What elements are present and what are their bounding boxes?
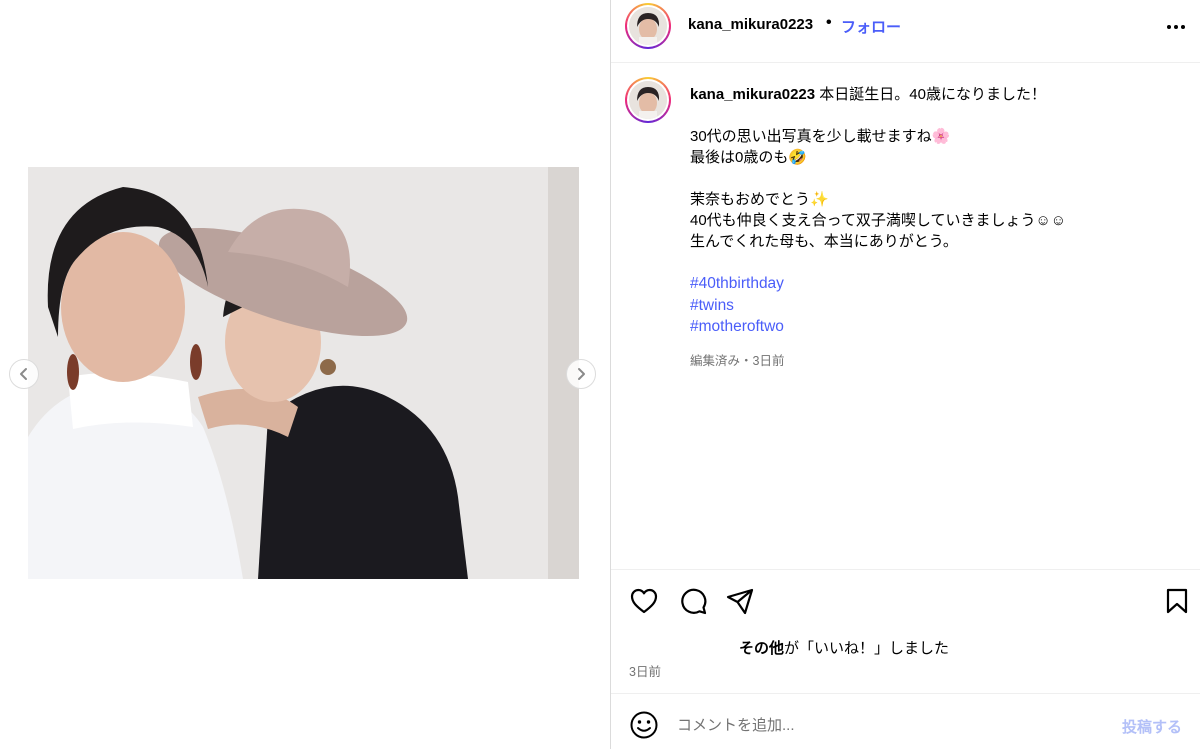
post-comment-button[interactable]: 投稿する	[1122, 716, 1182, 737]
post-header: kana_mikura0223 • フォロー	[611, 0, 1200, 63]
photo-illustration	[28, 167, 579, 579]
header-avatar[interactable]	[625, 3, 671, 49]
send-icon	[726, 588, 754, 615]
likes-summary[interactable]: その他が「いいね！」しました	[739, 637, 949, 658]
caption-line: kana_mikura0223 本日誕生日。40歳になりました！	[690, 84, 1170, 105]
comment-bar: 投稿する	[611, 693, 1200, 749]
comment-button[interactable]	[678, 586, 708, 616]
action-bar: その他が「いいね！」しました 3日前	[611, 569, 1200, 693]
caption-line-text: 本日誕生日。40歳になりました！	[815, 86, 1046, 103]
caption-line	[690, 252, 1170, 273]
likes-text: が「いいね！」しました	[784, 640, 950, 657]
smiley-icon	[630, 711, 658, 739]
post-photo[interactable]	[28, 167, 579, 579]
share-button[interactable]	[725, 586, 755, 616]
caption-line: 茉奈もおめでとう✨	[690, 191, 829, 208]
comment-input[interactable]	[677, 711, 1097, 739]
likes-others[interactable]: その他	[739, 640, 784, 657]
comment-icon	[681, 588, 707, 615]
like-button[interactable]	[629, 586, 659, 616]
emoji-button[interactable]	[629, 710, 659, 740]
avatar-illustration	[629, 7, 667, 45]
more-options-button[interactable]	[1163, 14, 1189, 40]
avatar-border	[627, 79, 669, 121]
caption-line: 生んでくれた母も、本当にありがとう。	[690, 233, 958, 250]
caption-avatar[interactable]	[625, 77, 671, 123]
heart-icon	[630, 588, 658, 614]
save-button[interactable]	[1162, 586, 1192, 616]
post-date[interactable]: 3日前	[629, 661, 661, 680]
avatar-border	[627, 5, 669, 47]
avatar-illustration	[629, 81, 667, 119]
carousel-prev-button[interactable]	[9, 359, 39, 389]
separator-dot: •	[826, 14, 832, 31]
chevron-left-icon	[20, 368, 27, 380]
hashtag-link[interactable]: #twins	[690, 295, 1170, 317]
caption-line: 40代も仲良く支え合って双子満喫していきましょう☺︎☺︎	[690, 212, 1067, 229]
media-area	[0, 0, 610, 749]
chevron-right-icon	[578, 368, 585, 380]
caption-meta: 編集済み・3日前	[690, 354, 785, 368]
caption-section: kana_mikura0223 本日誕生日。40歳になりました！ 30代の思い出…	[611, 64, 1200, 569]
follow-button[interactable]: フォロー	[841, 16, 901, 37]
caption-line	[690, 105, 1170, 126]
hashtag-link[interactable]: #motheroftwo	[690, 316, 1170, 338]
hashtag-link[interactable]: #40thbirthday	[690, 273, 1170, 295]
bookmark-icon	[1166, 588, 1188, 614]
avatar-image	[629, 81, 667, 119]
caption-line: 最後は0歳のも🤣	[690, 149, 808, 166]
caption-line	[690, 168, 1170, 189]
caption-line: 30代の思い出写真を少し載せますね🌸	[690, 128, 951, 145]
caption-text: kana_mikura0223 本日誕生日。40歳になりました！ 30代の思い出…	[690, 84, 1170, 338]
caption-username[interactable]: kana_mikura0223	[690, 86, 815, 103]
avatar-image	[629, 7, 667, 45]
post-details-panel: kana_mikura0223 • フォロー kana_mikura0223 本…	[610, 0, 1200, 749]
more-horizontal-icon	[1167, 25, 1185, 29]
header-username[interactable]: kana_mikura0223	[688, 16, 813, 33]
carousel-next-button[interactable]	[566, 359, 596, 389]
